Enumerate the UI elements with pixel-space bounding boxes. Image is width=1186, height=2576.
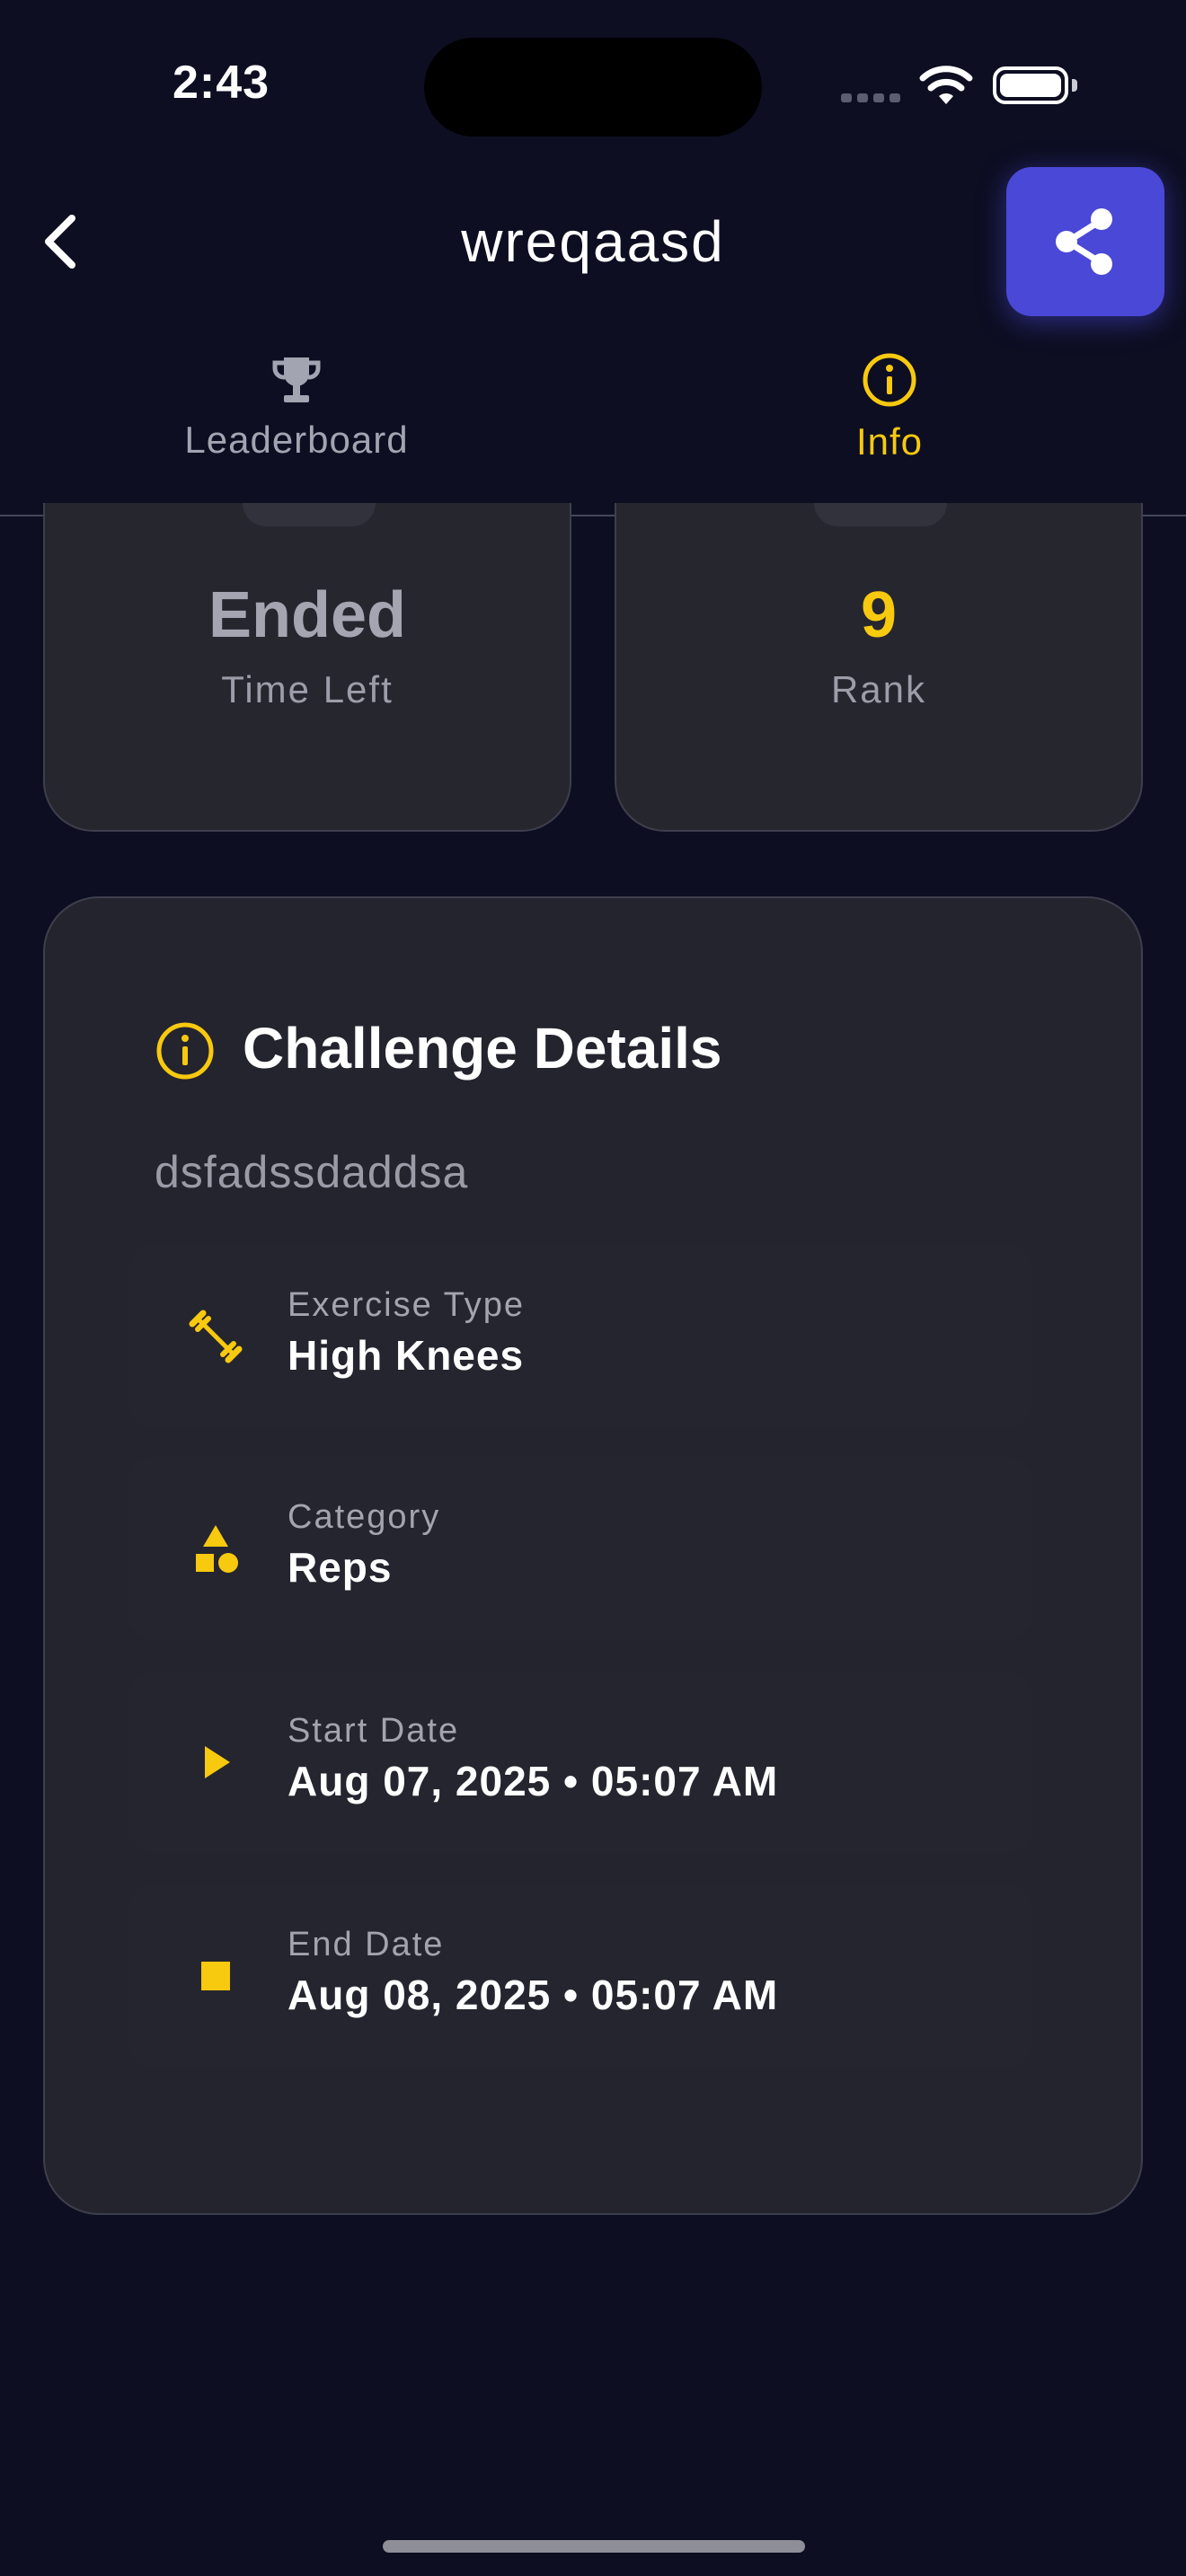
- share-button[interactable]: [1006, 167, 1164, 316]
- tab-leaderboard-label: Leaderboard: [184, 419, 409, 461]
- dumbbell-icon: [185, 1306, 246, 1367]
- detail-row-end-date: End Date Aug 08, 2025 • 05:07 AM: [128, 1884, 1033, 2068]
- details-title: Challenge Details: [243, 1016, 722, 1081]
- detail-row-category: Category Reps: [128, 1457, 1033, 1640]
- rank-card: 9 Rank: [615, 503, 1143, 832]
- cellular-signal-icon: [841, 93, 900, 102]
- stop-icon: [185, 1945, 246, 2007]
- rank-value: 9: [860, 579, 898, 651]
- detail-label: Exercise Type: [288, 1286, 525, 1324]
- time-left-label: Time Left: [221, 668, 394, 710]
- tab-info[interactable]: Info: [746, 352, 1033, 478]
- detail-value: Reps: [288, 1544, 393, 1591]
- detail-value: High Knees: [288, 1332, 525, 1379]
- detail-value: Aug 08, 2025 • 05:07 AM: [288, 1972, 779, 2018]
- tab-leaderboard[interactable]: Leaderboard: [153, 352, 440, 478]
- back-button[interactable]: [32, 203, 86, 280]
- detail-label: End Date: [288, 1926, 445, 1963]
- challenge-description: dsfadssdaddsa: [155, 1147, 469, 1197]
- play-icon: [185, 1732, 246, 1793]
- card-notch: [814, 503, 947, 526]
- wifi-icon: [919, 66, 973, 104]
- tab-info-label: Info: [855, 420, 924, 463]
- rank-label: Rank: [830, 668, 927, 710]
- card-notch: [243, 503, 376, 526]
- detail-row-exercise-type: Exercise Type High Knees: [128, 1245, 1033, 1428]
- detail-row-start-date: Start Date Aug 07, 2025 • 05:07 AM: [128, 1671, 1033, 1854]
- dynamic-island: [424, 38, 762, 137]
- info-icon: [156, 1022, 214, 1080]
- page-title: wreqaasd: [461, 209, 725, 274]
- shapes-icon: [185, 1518, 246, 1579]
- info-icon: [863, 353, 916, 407]
- battery-icon: [993, 66, 1068, 104]
- trophy-icon: [272, 357, 321, 402]
- share-icon: [1056, 208, 1112, 275]
- detail-label: Category: [288, 1498, 441, 1536]
- detail-label: Start Date: [288, 1712, 460, 1750]
- status-time: 2:43: [173, 57, 270, 109]
- home-indicator[interactable]: [383, 2540, 805, 2553]
- detail-value: Aug 07, 2025 • 05:07 AM: [288, 1758, 779, 1804]
- battery-cap: [1072, 79, 1077, 92]
- time-left-value: Ended: [208, 579, 406, 651]
- time-left-card: Ended Time Left: [43, 503, 571, 832]
- chevron-left-icon: [45, 215, 75, 269]
